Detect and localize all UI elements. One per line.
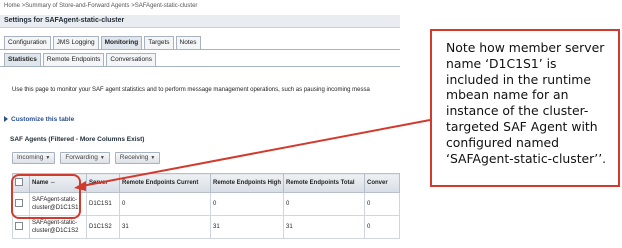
sort-icon: ⇔ bbox=[50, 180, 57, 186]
table-header-row: Name ⇔ Server Remote Endpoints Current R… bbox=[12, 173, 400, 193]
console-screenshot: Home >Summary of Store-and-Forward Agent… bbox=[0, 0, 400, 248]
saf-agents-table: Name ⇔ Server Remote Endpoints Current R… bbox=[12, 173, 400, 239]
tab-notes[interactable]: Notes bbox=[175, 36, 201, 49]
select-all-header[interactable] bbox=[12, 173, 30, 193]
subtab-divider bbox=[0, 66, 400, 67]
current-cell: 31 bbox=[119, 215, 211, 239]
row-checkbox[interactable] bbox=[15, 222, 23, 230]
server-cell: D1C1S1 bbox=[86, 192, 120, 216]
total-cell: 31 bbox=[283, 215, 365, 239]
table-row: SAFAgent-static-cluster@D1C1S1 D1C1S1 0 … bbox=[12, 192, 400, 216]
incoming-button[interactable]: Incoming ▼ bbox=[12, 152, 56, 164]
annotation-callout: Note how member server name ‘D1C1S1’ is … bbox=[430, 29, 620, 187]
table-title: SAF Agents (Filtered - More Columns Exis… bbox=[10, 136, 145, 143]
select-all-checkbox[interactable] bbox=[15, 178, 23, 186]
table-row: SAFAgent-static-cluster@D1C1S2 D1C1S2 31… bbox=[12, 215, 400, 239]
agent-name-link[interactable]: SAFAgent-static-cluster@D1C1S1 bbox=[29, 192, 87, 216]
conversations-cell: 0 bbox=[364, 215, 400, 239]
subtab-statistics[interactable]: Statistics bbox=[4, 53, 41, 66]
current-cell: 0 bbox=[119, 192, 211, 216]
chevron-down-icon: ▼ bbox=[150, 155, 156, 161]
server-cell: D1C1S2 bbox=[86, 215, 120, 239]
row-select-cell bbox=[12, 192, 30, 216]
column-header-server[interactable]: Server bbox=[86, 173, 120, 193]
breadcrumb[interactable]: Home >Summary of Store-and-Forward Agent… bbox=[4, 3, 197, 9]
column-name-label: Name bbox=[32, 180, 49, 186]
column-header-remote-endpoints-high[interactable]: Remote Endpoints High bbox=[210, 173, 284, 193]
tab-configuration[interactable]: Configuration bbox=[4, 36, 51, 49]
tab-divider bbox=[0, 49, 400, 50]
column-header-remote-endpoints-current[interactable]: Remote Endpoints Current bbox=[119, 173, 211, 193]
table-toolbar: Incoming ▼ Forwarding ▼ Receiving ▼ bbox=[12, 152, 165, 164]
customize-table-link[interactable]: Customize this table bbox=[4, 116, 74, 123]
chevron-down-icon: ▼ bbox=[99, 155, 105, 161]
expand-triangle-icon bbox=[4, 116, 8, 123]
customize-table-label: Customize this table bbox=[11, 116, 75, 123]
column-header-conversations[interactable]: Conver bbox=[364, 173, 400, 193]
row-checkbox[interactable] bbox=[15, 199, 23, 207]
agent-name-link[interactable]: SAFAgent-static-cluster@D1C1S2 bbox=[29, 215, 87, 239]
column-header-remote-endpoints-total[interactable]: Remote Endpoints Total bbox=[283, 173, 365, 193]
tab-targets[interactable]: Targets bbox=[144, 36, 174, 49]
conversations-cell: 0 bbox=[364, 192, 400, 216]
page-title: Settings for SAFAgent-static-cluster bbox=[4, 17, 125, 24]
receiving-label: Receiving bbox=[119, 154, 149, 161]
forwarding-button[interactable]: Forwarding ▼ bbox=[60, 152, 110, 164]
page-description: Use this page to monitor your SAF agent … bbox=[12, 87, 370, 93]
tab-jms-logging[interactable]: JMS Logging bbox=[52, 36, 99, 49]
page-title-bar: Settings for SAFAgent-static-cluster bbox=[0, 15, 400, 28]
high-cell: 31 bbox=[210, 215, 284, 239]
column-header-name[interactable]: Name ⇔ bbox=[29, 173, 87, 193]
main-tabs: Configuration JMS Logging Monitoring Tar… bbox=[4, 36, 203, 49]
receiving-button[interactable]: Receiving ▼ bbox=[114, 152, 161, 164]
total-cell: 0 bbox=[283, 192, 365, 216]
subtab-remote-endpoints[interactable]: Remote Endpoints bbox=[42, 53, 105, 66]
sub-tabs: Statistics Remote Endpoints Conversation… bbox=[4, 53, 158, 66]
incoming-label: Incoming bbox=[17, 154, 44, 161]
subtab-conversations[interactable]: Conversations bbox=[106, 53, 156, 66]
tab-monitoring[interactable]: Monitoring bbox=[100, 36, 143, 49]
high-cell: 0 bbox=[210, 192, 284, 216]
forwarding-label: Forwarding bbox=[65, 154, 98, 161]
row-select-cell bbox=[12, 215, 30, 239]
chevron-down-icon: ▼ bbox=[45, 155, 51, 161]
